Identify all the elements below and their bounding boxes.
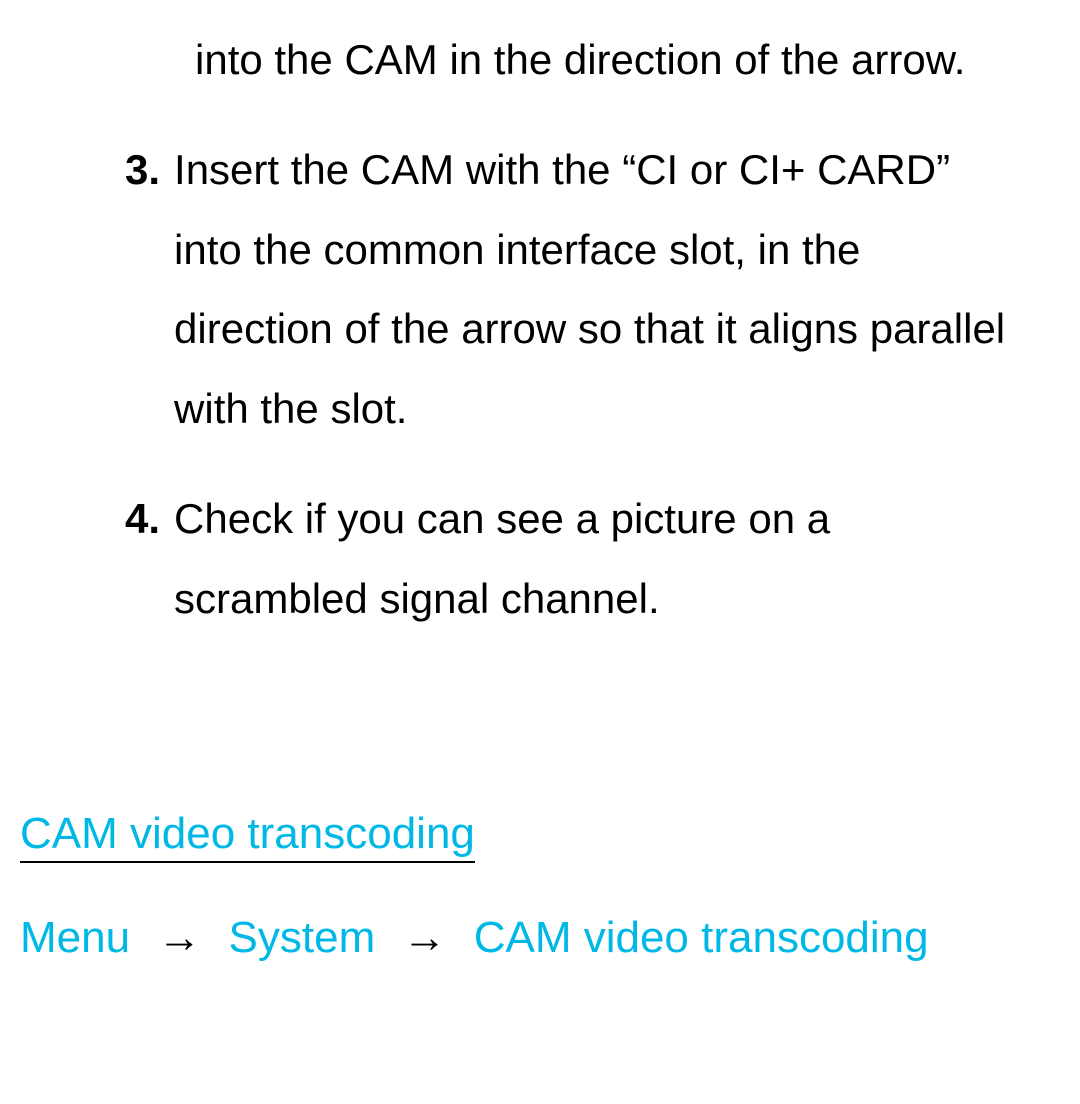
list-item-3: 3. Insert the CAM with the “CI or CI+ CA… [125, 130, 1020, 449]
section-heading[interactable]: CAM video transcoding [20, 809, 475, 863]
breadcrumb-system[interactable]: System [229, 913, 376, 962]
arrow-right-icon: → [402, 913, 446, 962]
list-number-3: 3. [125, 130, 174, 449]
instruction-list: into the CAM in the direction of the arr… [20, 20, 1060, 639]
breadcrumb-menu[interactable]: Menu [20, 913, 130, 962]
list-text-3: Insert the CAM with the “CI or CI+ CARD”… [174, 130, 1020, 449]
list-number-4: 4. [125, 479, 174, 639]
list-item-4: 4. Check if you can see a picture on a s… [125, 479, 1020, 639]
arrow-right-icon: → [157, 913, 201, 962]
breadcrumb-nav: Menu → System → CAM video transcoding [20, 913, 1060, 963]
breadcrumb-cam-video-transcoding[interactable]: CAM video transcoding [474, 913, 929, 962]
list-continuation-text: into the CAM in the direction of the arr… [125, 20, 1020, 100]
list-text-4: Check if you can see a picture on a scra… [174, 479, 1020, 639]
